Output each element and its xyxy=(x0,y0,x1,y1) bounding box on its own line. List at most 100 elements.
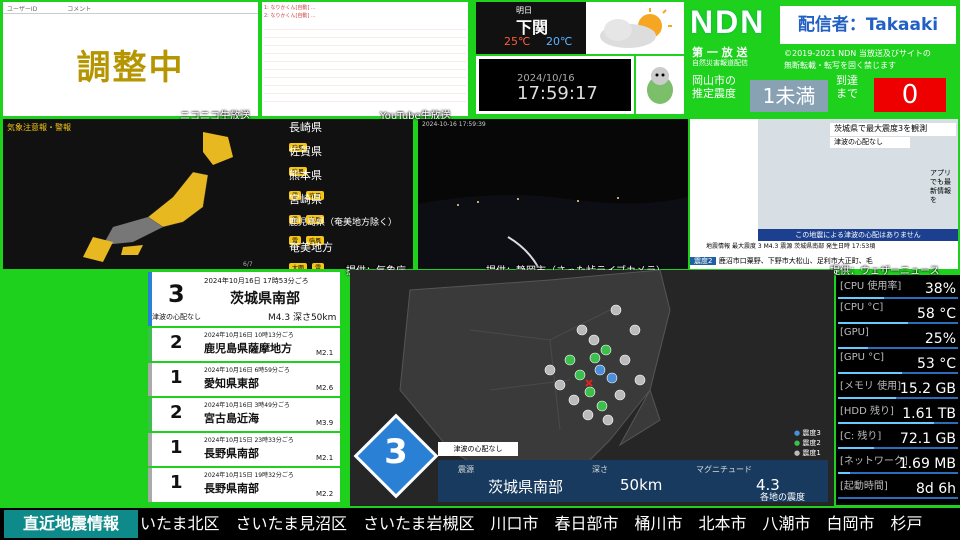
legend-item: 震度2 xyxy=(802,439,821,447)
news-info-title: 地震情報 xyxy=(706,243,731,250)
sys-value: 8d 6h xyxy=(915,481,956,497)
weather-text-box: 明日 下関 25℃ 20℃ xyxy=(476,2,586,54)
warning-pref-name: 鹿児島県（奄美地方除く） xyxy=(289,218,398,228)
live-camera-feed: 2024-10-16 17:59:39 xyxy=(418,119,688,269)
warnings-page: 6/7 xyxy=(243,261,253,268)
latest-earthquake-card[interactable]: 3 2024年10月16日 17時53分ごろ 茨城県南部 津波の心配なし M4.… xyxy=(148,272,340,326)
youtube-chat-panel: 1: なりかくん[自動] ... 2: なりかくん[自動] ... xyxy=(262,2,468,116)
station-marker xyxy=(574,369,586,381)
item-mag: M2.2 xyxy=(316,490,334,498)
clock-panel: 2024/10/16 17:59:17 xyxy=(476,56,634,114)
sys-row: [C: 残り] 72.1 GB xyxy=(838,427,958,449)
item-mag: M2.6 xyxy=(316,384,334,392)
item-mag: M2.1 xyxy=(316,349,334,357)
sys-value: 1.61 TB xyxy=(902,406,956,422)
station-marker xyxy=(600,344,612,356)
warning-pref-name: 佐賀県 xyxy=(289,145,322,158)
copyright-line2: 無断転載・転写を固く禁じます xyxy=(784,61,896,70)
news-map-sidebar xyxy=(690,119,758,241)
sys-bar xyxy=(838,297,884,299)
station-marker xyxy=(568,394,580,406)
station-marker xyxy=(564,354,576,366)
earthquake-list-item[interactable]: 1 2024年10月16日 6時59分ごろ 愛知県東部 M2.6 xyxy=(148,363,340,396)
earthquake-list-item[interactable]: 1 2024年10月15日 23時33分ごろ 長野県南部 M2.1 xyxy=(148,433,340,466)
news-banner: この地震による津波の心配はありません xyxy=(758,229,958,241)
sys-row: [GPU °C] 53 °C xyxy=(838,352,958,374)
earthquake-list-item[interactable]: 1 2024年10月15日 19時32分ごろ 長野県南部 M2.2 xyxy=(148,468,340,502)
weather-high: 25℃ xyxy=(504,35,531,48)
sys-row: [ネットワーク] 1.69 MB xyxy=(838,452,958,474)
sys-bar xyxy=(838,447,874,449)
sys-label: [GPU °C] xyxy=(840,352,885,363)
news-shindo-label: 震度2 xyxy=(690,257,717,265)
earthquake-history-list: 3 2024年10月16日 17時53分ごろ 茨城県南部 津波の心配なし M4.… xyxy=(142,270,342,506)
item-intensity: 2 xyxy=(170,332,183,353)
niconico-chat-panel: ユーザーID コメント 調整中 xyxy=(3,2,258,116)
news-info-line: 最大震度 3 M4.3 震源 茨城県南部 発生日時 17:53頃 xyxy=(731,243,876,250)
station-marker xyxy=(610,304,622,316)
weather-low: 20℃ xyxy=(546,35,573,48)
arrival-label: 到達 まで xyxy=(836,74,858,100)
ticker-tag: 直近地震情報 xyxy=(4,510,138,538)
sys-bar xyxy=(838,422,934,424)
sys-row: [GPU] 25% xyxy=(838,327,958,349)
earthquake-list-item[interactable]: 2 2024年10月16日 3時49分ごろ 宮古島近海 M3.9 xyxy=(148,398,340,431)
clock-time: 17:59:17 xyxy=(517,83,598,104)
sys-label: [C: 残り] xyxy=(840,431,882,442)
sys-bar xyxy=(838,347,868,349)
item-date: 2024年10月15日 19時32分ごろ xyxy=(204,472,294,479)
sys-bar xyxy=(838,472,850,474)
item-date: 2024年10月16日 3時49分ごろ xyxy=(204,402,290,409)
station-marker xyxy=(596,400,608,412)
chat-status: 調整中 xyxy=(76,48,185,88)
mascot-image xyxy=(636,56,684,114)
item-place: 鹿児島県薩摩地方 xyxy=(204,342,292,355)
japan-map-icon xyxy=(83,132,233,262)
warning-pref-name: 熊本県 xyxy=(289,169,322,182)
channel-sub: 自然災害報道配信 xyxy=(692,59,748,67)
sys-bar xyxy=(838,397,896,399)
item-place: 長野県南部 xyxy=(204,482,259,495)
item-mag: M3.9 xyxy=(316,419,334,427)
ndn-logo: NDN xyxy=(690,4,766,40)
station-marker xyxy=(634,374,646,386)
system-monitor: [CPU 使用率] 38% [CPU °C] 58 °C [GPU] 25% [GPU… xyxy=(836,275,960,505)
center-footer: 各地の震度 xyxy=(760,493,806,503)
station-marker xyxy=(606,372,618,384)
sys-label: [起動時間] xyxy=(840,481,888,492)
news-info: 地震情報 最大震度 3 M4.3 震源 茨城県南部 発生日時 17:53頃 xyxy=(690,241,958,253)
earthquake-list-item[interactable]: 2 2024年10月16日 10時13分ごろ 鹿児島県薩摩地方 M2.1 xyxy=(148,328,340,361)
legend-item: 震度1 xyxy=(802,449,821,457)
latest-intensity: 3 xyxy=(168,280,185,308)
arrival-label-line2: まで xyxy=(836,87,858,100)
latest-date: 2024年10月16日 17時53分ごろ xyxy=(204,277,309,285)
sys-value: 25% xyxy=(924,331,956,347)
predicted-intensity: 1未満 xyxy=(750,80,828,112)
warning-pref-name: 奄美地方 xyxy=(289,241,333,254)
predicted-label-line2: 推定震度 xyxy=(692,87,736,100)
station-marker xyxy=(544,364,556,376)
station-marker xyxy=(584,386,596,398)
source-label: 震源 xyxy=(458,465,474,474)
station-marker xyxy=(614,389,626,401)
depth-value: 50km xyxy=(620,476,663,494)
youtube-chat-line: 2: なりかくん[自動] ... xyxy=(264,13,316,19)
warning-pref-name: 長崎県 xyxy=(289,121,322,134)
news-subhead: 津波の心配なし xyxy=(830,137,910,148)
arrival-label-line1: 到達 xyxy=(836,74,858,87)
item-place: 宮古島近海 xyxy=(204,412,259,425)
latest-detail: M4.3 深さ50km xyxy=(268,313,337,323)
warning-pref-name: 宮崎県 xyxy=(289,193,322,206)
center-intensity: 3 xyxy=(384,432,408,472)
ticker-text: いたま北区 さいたま見沼区 さいたま岩槻区 川口市 春日部市 桶川市 北本市 八… xyxy=(140,514,923,533)
copyright-line1: ©2019-2021 NDN 当放送及びサイトの xyxy=(784,49,931,58)
station-marker xyxy=(582,409,594,421)
weather-panel: 明日 下関 25℃ 20℃ xyxy=(476,2,684,54)
youtube-chat-line: 1: なりかくん[自動] ... xyxy=(264,5,316,11)
legend-item: 震度3 xyxy=(802,429,821,437)
source-value: 茨城県南部 xyxy=(488,478,564,496)
sys-bar xyxy=(838,322,908,324)
latest-tsunami: 津波の心配なし xyxy=(152,313,201,321)
arrival-seconds: 0 xyxy=(874,78,946,112)
item-intensity: 1 xyxy=(170,472,183,493)
